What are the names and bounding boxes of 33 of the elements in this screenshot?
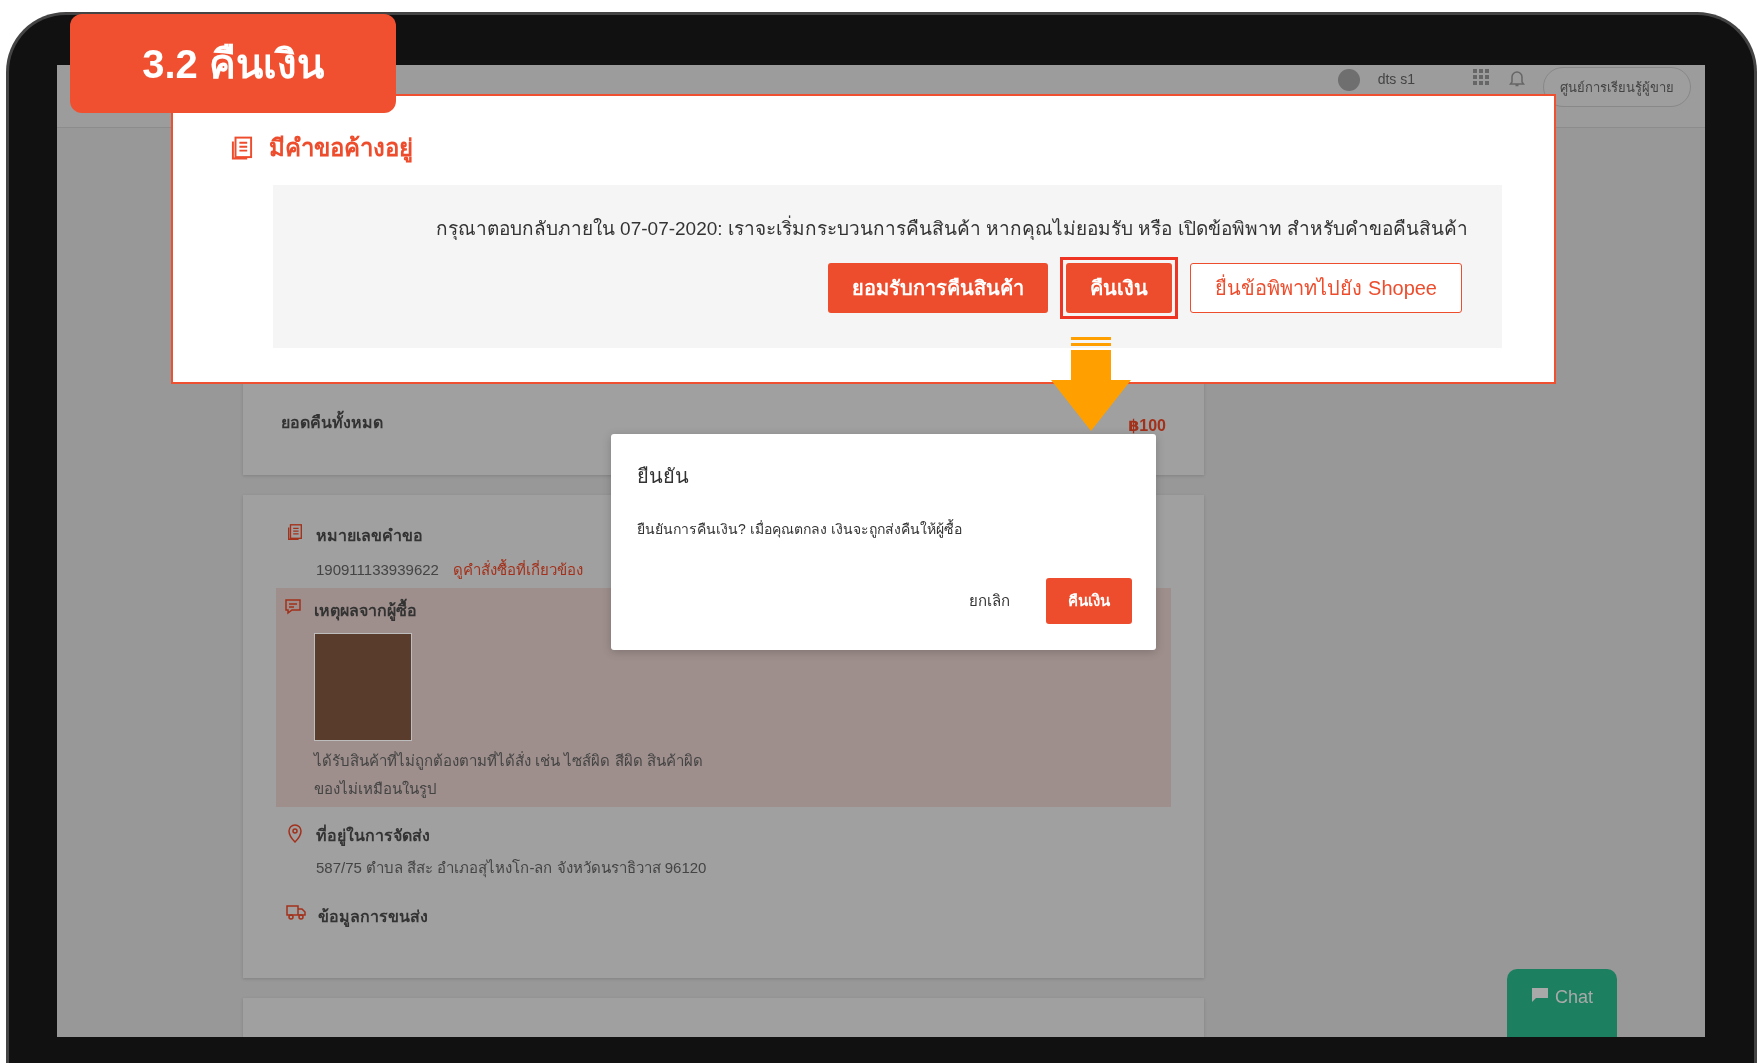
dialog-title: ยืนยัน [637,464,690,489]
avatar [1337,69,1360,91]
chat-bubble-icon [284,598,302,616]
related-order-link[interactable]: ดูคำสั่งซื้อที่เกี่ยวข้อง [452,558,583,582]
deadline-message: กรุณาตอบกลับภายใน 07-07-2020: เราจะเริ่มกระบวนการคืนสินค้า หากคุณไม่ยอมรับ หรือ เปิดข้อพิพาท สำหรับคำขอคืนสินค้า [435,213,1468,243]
dialog-message: ยืนยันการคืนเงิน? เมื่อคุณตกลง เงินจะถูกส่งคืนให้ผู้ซื้อ [637,518,963,540]
location-pin-icon [286,823,304,843]
section-title: ข้อมูลการขนส่ง [318,907,428,929]
refund-total-amount: ฿100 [1128,416,1166,435]
address-text: 587/75 ตำบล สีสะ อำเภอสุไหงโก-ลก จังหวัดนราธิวาส 96120 [316,858,707,878]
section-title: หมายเลขคำขอ [316,526,424,546]
truck-icon [286,904,306,920]
confirm-refund-button[interactable]: คืนเงิน [1046,578,1132,624]
learning-center-button[interactable]: ศูนย์การเรียนรู้ผู้ขาย [1543,67,1691,107]
chat-button[interactable]: Chat [1507,969,1617,1037]
chat-icon [1531,987,1549,1003]
reason-text: ได้รับสินค้าที่ไม่ถูกต้องตามที่ได้สั่ง เช่น ไซส์ผิด สีผิด สินค้าผิด [314,751,703,771]
apps-grid-icon[interactable] [1473,69,1491,87]
step-badge: 3.2 คืนเงิน [70,14,396,113]
action-button[interactable]: ยื่นข้อพิพาทไปยัง Shopee [1190,263,1462,313]
panel-title: มีคำขอค้างอยู่ [269,133,413,165]
username: dts s1 [1377,70,1415,89]
section-title: เหตุผลจากผู้ซื้อ [314,598,703,623]
action-button[interactable]: คืนเงิน [1066,263,1173,313]
request-number: 190911133939622 [316,560,439,580]
action-button[interactable]: ยอมรับการคืนสินค้า [828,263,1049,313]
refund-total-label: ยอดคืนทั้งหมด [281,410,383,435]
reason-text: ของไม่เหมือนในรูป [314,779,438,799]
bell-icon[interactable] [1509,69,1525,87]
section-title: ที่อยู่ในการจัดส่ง [316,823,707,848]
document-icon [286,523,304,541]
cancel-button[interactable]: ยกเลิก [963,588,1016,614]
document-icon [229,134,255,161]
